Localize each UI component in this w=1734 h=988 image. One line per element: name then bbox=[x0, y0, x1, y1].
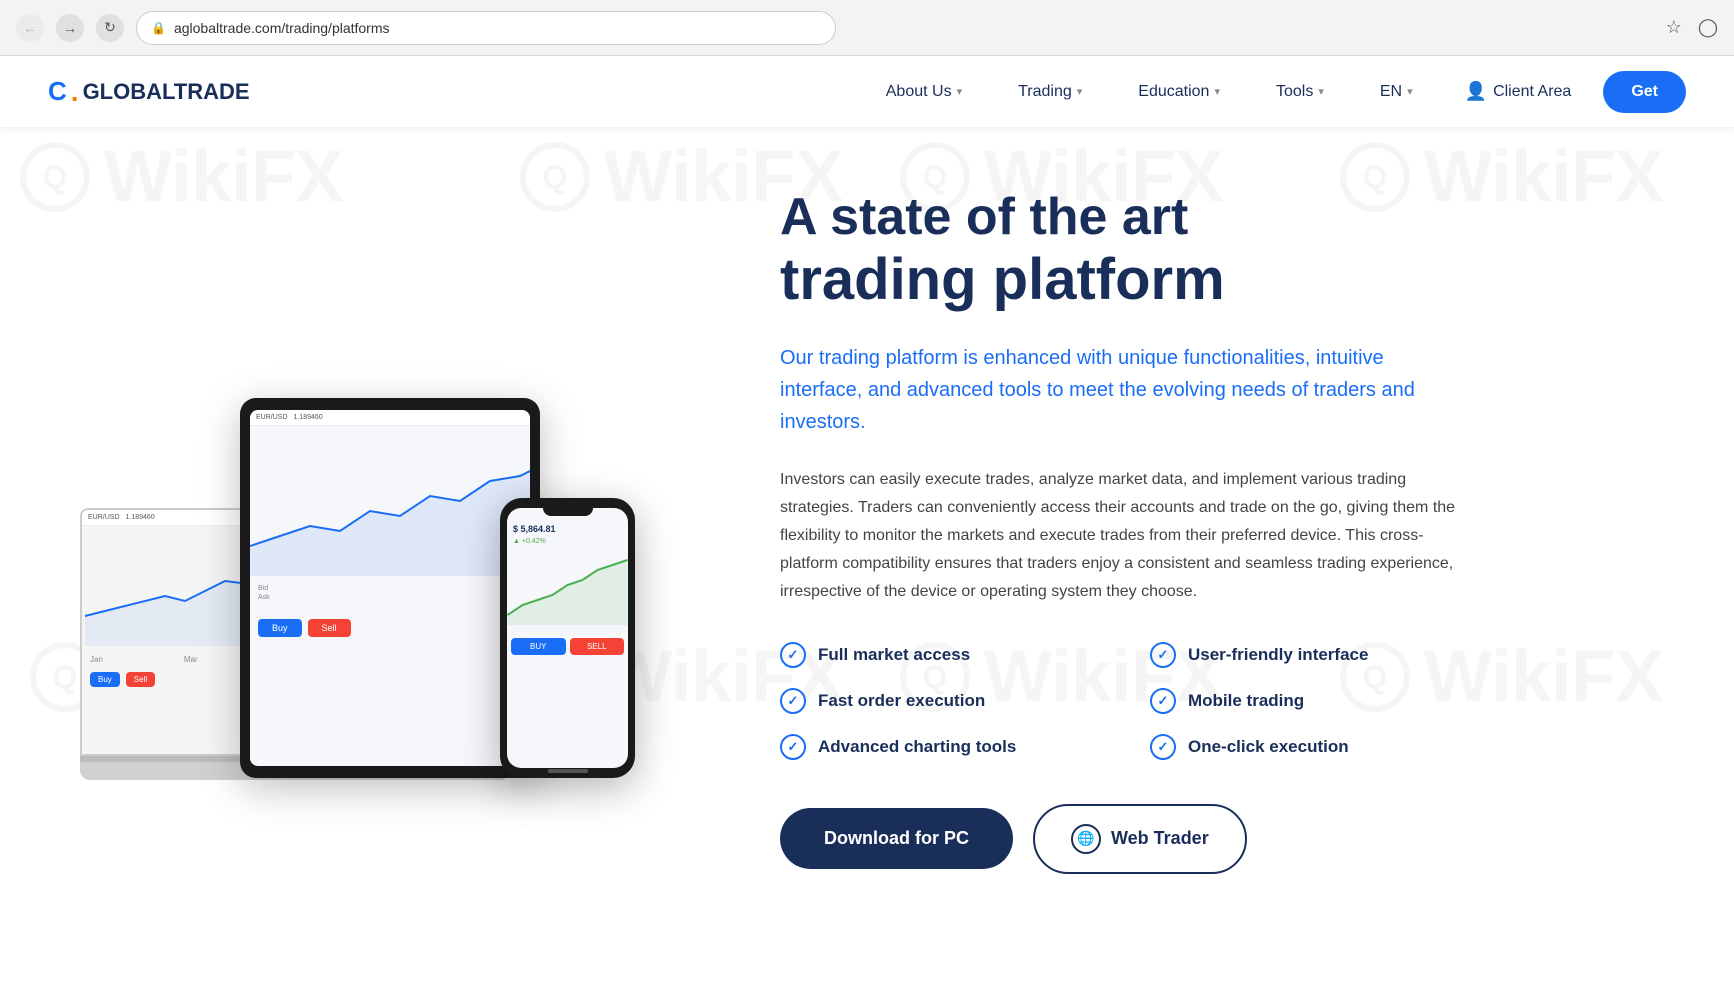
tablet-buy-btn[interactable]: Buy bbox=[258, 619, 302, 637]
phone-screen: $ 5,864.81 ▲ +0.42% BUY SELL bbox=[507, 508, 628, 768]
chevron-down-icon-4: ▾ bbox=[1318, 85, 1324, 98]
check-icon-2: ✓ bbox=[1150, 642, 1176, 668]
hero-title-main: trading platform bbox=[780, 248, 1654, 312]
hero-title-top: A state of the art bbox=[780, 188, 1654, 248]
feature-label-4: Mobile trading bbox=[1188, 691, 1304, 711]
logo-text: GLOBALTRADE bbox=[83, 79, 250, 105]
logo-c: C bbox=[48, 76, 67, 107]
nav-label-education: Education bbox=[1138, 83, 1209, 101]
person-icon: 👤 bbox=[1465, 81, 1487, 102]
hero-body: Investors can easily execute trades, ana… bbox=[780, 466, 1460, 606]
bookmark-icon[interactable]: ☆ bbox=[1666, 17, 1682, 38]
nav-label-language: EN bbox=[1380, 83, 1402, 101]
logo[interactable]: C . GLOBALTRADE bbox=[48, 76, 250, 108]
browser-chrome: ← → ↻ 🔒 aglobaltrade.com/trading/platfor… bbox=[0, 0, 1734, 56]
address-bar[interactable]: 🔒 aglobaltrade.com/trading/platforms bbox=[136, 11, 836, 45]
feature-label-5: Advanced charting tools bbox=[818, 737, 1016, 757]
feature-label-3: Fast order execution bbox=[818, 691, 985, 711]
feature-1: ✓ Full market access bbox=[780, 642, 1090, 668]
tablet-chart bbox=[250, 426, 530, 576]
laptop-price: 1.189460 bbox=[126, 514, 155, 521]
hero-subtitle: Our trading platform is enhanced with un… bbox=[780, 342, 1460, 438]
feature-6: ✓ One-click execution bbox=[1150, 734, 1460, 760]
check-icon-1: ✓ bbox=[780, 642, 806, 668]
nav-item-trading[interactable]: Trading ▾ bbox=[990, 56, 1110, 128]
browser-right-icons: ☆ ◯ bbox=[1666, 17, 1718, 38]
profile-icon[interactable]: ◯ bbox=[1698, 17, 1718, 38]
client-area-link[interactable]: 👤 Client Area bbox=[1441, 81, 1596, 102]
hero-content: A state of the art trading platform Our … bbox=[680, 168, 1654, 874]
phone-device: $ 5,864.81 ▲ +0.42% BUY SELL bbox=[500, 498, 635, 778]
get-started-button[interactable]: Get bbox=[1603, 71, 1686, 113]
tablet-device: EUR/USD 1.189460 Bid1.1894 Ask1.1896 bbox=[240, 398, 540, 778]
laptop-buy-btn[interactable]: Buy bbox=[90, 672, 120, 687]
nav-links: About Us ▾ Trading ▾ Education ▾ Tools bbox=[858, 56, 1441, 128]
nav-label-trading: Trading bbox=[1018, 83, 1072, 101]
nav-item-language[interactable]: EN ▾ bbox=[1352, 56, 1441, 128]
nav-link-tools[interactable]: Tools ▾ bbox=[1248, 56, 1352, 128]
check-icon-3: ✓ bbox=[780, 688, 806, 714]
device-mockups: EUR/USD 1.189460 JanMarMayJulSep Buy Sel… bbox=[80, 228, 680, 828]
logo-dot: . bbox=[71, 76, 79, 108]
nav-item-education[interactable]: Education ▾ bbox=[1110, 56, 1248, 128]
web-trader-label: Web Trader bbox=[1111, 828, 1209, 849]
check-icon-5: ✓ bbox=[780, 734, 806, 760]
nav-link-about[interactable]: About Us ▾ bbox=[858, 56, 990, 128]
laptop-currency: EUR/USD bbox=[88, 514, 120, 521]
hero-section: EUR/USD 1.189460 JanMarMayJulSep Buy Sel… bbox=[0, 128, 1734, 988]
phone-chart bbox=[507, 545, 628, 625]
nav-link-trading[interactable]: Trading ▾ bbox=[990, 56, 1110, 128]
url-text: aglobaltrade.com/trading/platforms bbox=[174, 20, 390, 36]
check-icon-6: ✓ bbox=[1150, 734, 1176, 760]
feature-label-1: Full market access bbox=[818, 645, 970, 665]
client-area-label: Client Area bbox=[1493, 83, 1571, 101]
feature-label-6: One-click execution bbox=[1188, 737, 1349, 757]
hero-actions: Download for PC 🌐 Web Trader bbox=[780, 804, 1654, 874]
web-trader-button[interactable]: 🌐 Web Trader bbox=[1033, 804, 1247, 874]
nav-item-tools[interactable]: Tools ▾ bbox=[1248, 56, 1352, 128]
check-icon-4: ✓ bbox=[1150, 688, 1176, 714]
chevron-down-icon-5: ▾ bbox=[1407, 85, 1413, 98]
back-button[interactable]: ← bbox=[16, 14, 44, 42]
chevron-down-icon: ▾ bbox=[957, 85, 963, 98]
tablet-currency: EUR/USD bbox=[256, 414, 288, 421]
globe-icon: 🌐 bbox=[1071, 824, 1101, 854]
phone-sell-btn[interactable]: SELL bbox=[570, 638, 625, 655]
navbar: C . GLOBALTRADE About Us ▾ Trading ▾ Edu… bbox=[0, 56, 1734, 128]
feature-label-2: User-friendly interface bbox=[1188, 645, 1368, 665]
download-pc-button[interactable]: Download for PC bbox=[780, 808, 1013, 869]
features-grid: ✓ Full market access ✓ User-friendly int… bbox=[780, 642, 1460, 760]
chevron-down-icon-2: ▾ bbox=[1077, 85, 1083, 98]
phone-buy-btn[interactable]: BUY bbox=[511, 638, 566, 655]
nav-link-education[interactable]: Education ▾ bbox=[1110, 56, 1248, 128]
refresh-button[interactable]: ↻ bbox=[96, 14, 124, 42]
tablet-price: 1.189460 bbox=[294, 414, 323, 421]
nav-item-about[interactable]: About Us ▾ bbox=[858, 56, 990, 128]
nav-label-about: About Us bbox=[886, 83, 952, 101]
tablet-sell-btn[interactable]: Sell bbox=[308, 619, 351, 637]
phone-notch bbox=[543, 508, 593, 516]
feature-5: ✓ Advanced charting tools bbox=[780, 734, 1090, 760]
tablet-screen: EUR/USD 1.189460 Bid1.1894 Ask1.1896 bbox=[250, 410, 530, 766]
feature-2: ✓ User-friendly interface bbox=[1150, 642, 1460, 668]
lock-icon: 🔒 bbox=[151, 21, 166, 35]
forward-button[interactable]: → bbox=[56, 14, 84, 42]
phone-home-indicator bbox=[548, 769, 588, 773]
feature-4: ✓ Mobile trading bbox=[1150, 688, 1460, 714]
feature-3: ✓ Fast order execution bbox=[780, 688, 1090, 714]
nav-label-tools: Tools bbox=[1276, 83, 1313, 101]
laptop-sell-btn[interactable]: Sell bbox=[126, 672, 155, 687]
chevron-down-icon-3: ▾ bbox=[1214, 85, 1220, 98]
page-wrapper: Q WikiFX Q WikiFX Q WikiFX Q WikiFX Q Wi… bbox=[0, 56, 1734, 988]
nav-link-language[interactable]: EN ▾ bbox=[1352, 56, 1441, 128]
